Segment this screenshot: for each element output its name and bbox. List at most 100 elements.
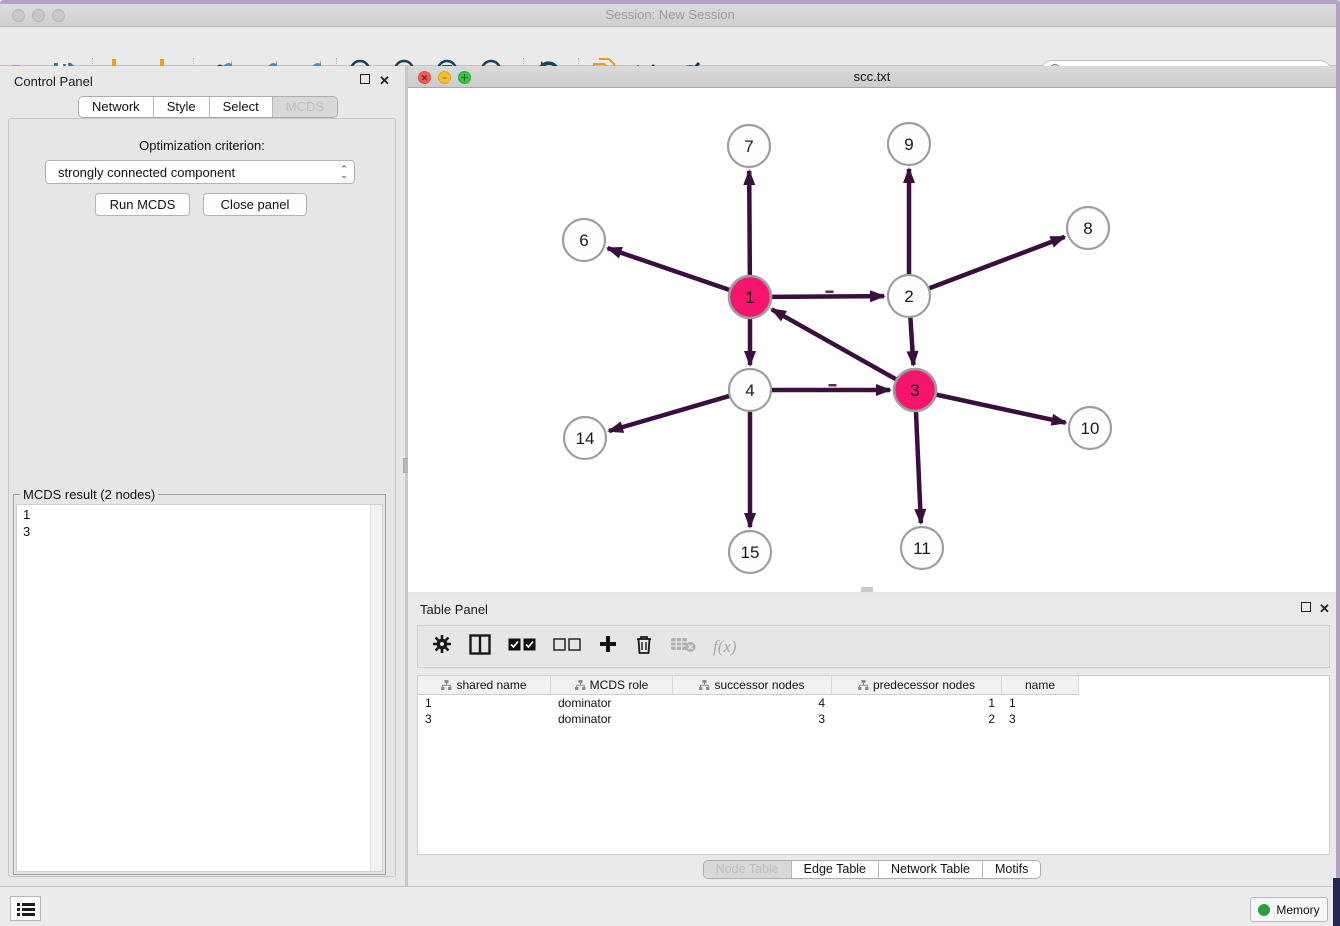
tab-motifs[interactable]: Motifs (983, 861, 1040, 878)
edge-3-11[interactable] (916, 410, 921, 523)
close-panel-button[interactable]: Close panel (203, 193, 307, 216)
tab-network-table[interactable]: Network Table (879, 861, 983, 878)
table-cell[interactable]: dominator (551, 711, 673, 727)
mcds-result-area[interactable]: 13 (16, 504, 383, 872)
close-table-panel-icon[interactable]: ✕ (1319, 601, 1330, 617)
maximize-view-button[interactable]: ＋ (458, 71, 471, 84)
task-history-button[interactable] (10, 896, 41, 921)
tab-node-table[interactable]: Node Table (704, 861, 792, 878)
function-builder-icon[interactable]: f(x) (713, 637, 737, 657)
edge-3-1[interactable] (772, 309, 898, 380)
column-header-successor-nodes[interactable]: successor nodes (673, 676, 832, 695)
graph-node-14[interactable]: 14 (564, 417, 606, 459)
deselect-all-icon[interactable] (553, 638, 581, 656)
resize-handle[interactable] (861, 587, 873, 592)
table-cell[interactable]: 4 (673, 695, 832, 711)
column-header-shared-name[interactable]: shared name (418, 676, 551, 695)
graph-node-11[interactable]: 11 (901, 527, 943, 569)
node-table[interactable]: shared nameMCDS role successor nodes prede… (417, 675, 1330, 855)
delete-column-icon[interactable] (635, 634, 653, 660)
table-row[interactable]: 3dominator323 (418, 711, 1329, 727)
tab-style[interactable]: Style (154, 97, 210, 117)
node-label: 4 (745, 381, 754, 400)
graph-node-4[interactable]: 4 (729, 369, 771, 411)
node-label: 15 (741, 543, 760, 562)
edge-1-2[interactable] (770, 296, 884, 297)
node-label: 11 (913, 539, 931, 558)
mcds-result-group: MCDS result (2 nodes) 13 (13, 494, 386, 875)
table-cell[interactable]: 3 (1002, 711, 1079, 727)
table-tabs: Node TableEdge TableNetwork TableMotifs (703, 860, 1042, 879)
table-cell[interactable]: 2 (832, 711, 1002, 727)
graph-node-15[interactable]: 15 (729, 531, 771, 573)
float-panel-icon[interactable] (360, 74, 370, 87)
column-header-label: name (1025, 678, 1055, 692)
network-graph[interactable]: 7 9 6 8 1 2 4 3 14 10 15 11 (408, 88, 1336, 592)
node-label: 3 (910, 381, 919, 400)
tab-select[interactable]: Select (210, 97, 273, 117)
table-cell[interactable]: 3 (418, 711, 551, 727)
criterion-dropdown[interactable]: strongly connected component ⌃⌄ (45, 160, 355, 184)
graph-node-10[interactable]: 10 (1069, 407, 1111, 449)
mcds-result-text: 13 (17, 505, 382, 540)
table-cell[interactable]: 1 (418, 695, 551, 711)
close-view-button[interactable]: ✕ (418, 71, 431, 84)
column-header-predecessor-nodes[interactable]: predecessor nodes (832, 676, 1002, 695)
scrollbar[interactable] (370, 505, 382, 871)
graph-node-6[interactable]: 6 (563, 219, 605, 261)
column-type-icon (441, 680, 452, 691)
graph-node-7[interactable]: 7 (728, 125, 770, 167)
graph-node-9[interactable]: 9 (888, 123, 930, 165)
stepper-icon: ⌃⌄ (334, 161, 354, 183)
run-mcds-button[interactable]: Run MCDS (95, 193, 190, 216)
criterion-value: strongly connected component (58, 165, 235, 180)
table-cell[interactable]: 1 (832, 695, 1002, 711)
edge-2-3[interactable] (910, 316, 913, 365)
columns-icon[interactable] (469, 634, 491, 660)
edge-3-10[interactable] (935, 394, 1066, 422)
graph-node-3[interactable]: 3 (894, 369, 936, 411)
result-line: 1 (17, 506, 382, 523)
graph-node-1[interactable]: 1 (729, 276, 771, 318)
edge-1-6[interactable] (608, 248, 731, 290)
tab-mcds[interactable]: MCDS (273, 97, 337, 117)
mcds-result-title: MCDS result (2 nodes) (20, 487, 158, 502)
network-window-titlebar[interactable]: ✕ − ＋ scc.txt (408, 66, 1336, 88)
header-filler (1079, 676, 1329, 695)
table-tabs-strip: Node TableEdge TableNetwork TableMotifs (408, 855, 1336, 883)
node-label: 10 (1081, 419, 1100, 438)
tab-edge-table[interactable]: Edge Table (792, 861, 879, 878)
desktop-edge-right (1336, 4, 1340, 878)
add-column-icon[interactable] (598, 634, 618, 659)
node-label: 14 (576, 429, 595, 448)
graph-node-8[interactable]: 8 (1067, 207, 1109, 249)
close-panel-icon[interactable]: ✕ (379, 73, 390, 89)
float-table-panel-icon[interactable] (1301, 602, 1311, 615)
edge-1-7[interactable] (749, 171, 750, 277)
column-header-label: successor nodes (714, 678, 804, 692)
table-cell[interactable]: 1 (1002, 695, 1079, 711)
edge-2-8[interactable] (928, 237, 1065, 289)
close-window-button[interactable] (12, 9, 25, 22)
minimize-window-button[interactable] (32, 9, 45, 22)
list-icon (17, 902, 35, 916)
column-header-name[interactable]: name (1002, 676, 1079, 695)
minimize-view-button[interactable]: − (438, 71, 451, 84)
table-cell[interactable]: dominator (551, 695, 673, 711)
node-label: 8 (1083, 219, 1092, 238)
table-row[interactable]: 1dominator411 (418, 695, 1329, 711)
table-panel-title: Table Panel (420, 602, 488, 617)
delete-table-icon[interactable] (670, 635, 696, 658)
select-all-icon[interactable] (508, 638, 536, 656)
table-cell[interactable]: 3 (673, 711, 832, 727)
memory-status-icon (1258, 904, 1270, 916)
gear-icon[interactable] (432, 634, 452, 659)
edge-4-14[interactable] (609, 396, 731, 431)
graph-node-2[interactable]: 2 (888, 275, 930, 317)
node-label: 1 (745, 288, 754, 307)
maximize-window-button[interactable] (52, 9, 65, 22)
column-header-MCDS-role[interactable]: MCDS role (551, 676, 673, 695)
memory-button[interactable]: Memory (1250, 897, 1328, 922)
network-canvas[interactable]: 7 9 6 8 1 2 4 3 14 10 15 11 (408, 88, 1336, 592)
tab-network[interactable]: Network (79, 97, 154, 117)
